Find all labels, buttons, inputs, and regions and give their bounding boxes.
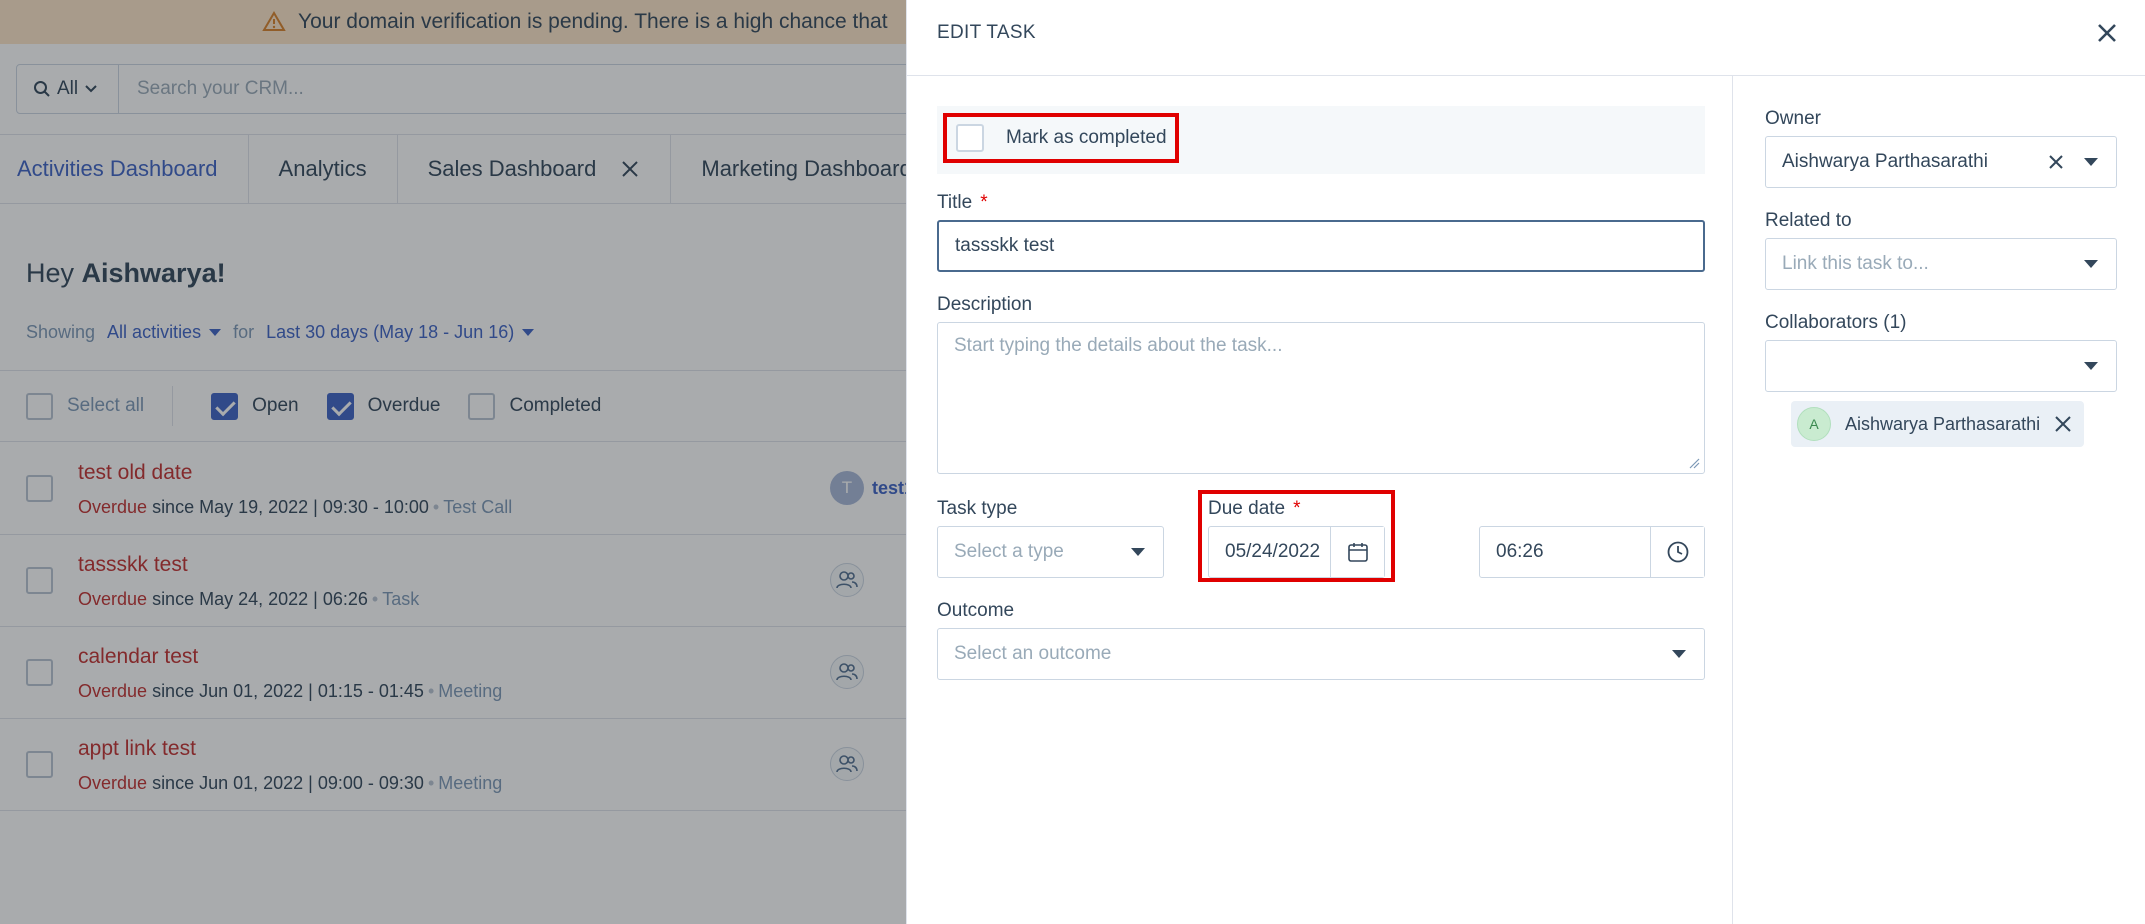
caret-down-icon: [1131, 548, 1145, 556]
owner-label: Owner: [1765, 108, 1821, 129]
clock-icon: [1667, 541, 1688, 563]
related-to-select[interactable]: Link this task to...: [1765, 238, 2117, 290]
task-type-select[interactable]: Select a type: [937, 526, 1164, 578]
outcome-select[interactable]: Select an outcome: [937, 628, 1705, 680]
mark-completed-checkbox[interactable]: [956, 124, 984, 152]
clear-owner-icon[interactable]: [2048, 154, 2064, 170]
due-time-value: 06:26: [1496, 541, 1544, 562]
modal-backdrop[interactable]: [0, 0, 906, 924]
edit-task-panel: EDIT TASK Mark as completed Title * tasss…: [906, 0, 2145, 924]
related-label: Related to: [1765, 210, 1852, 231]
panel-title: EDIT TASK: [937, 22, 1036, 43]
mark-completed-label: Mark as completed: [1006, 127, 1167, 148]
required-mark: *: [1293, 498, 1301, 519]
due-date-value: 05/24/2022: [1225, 541, 1321, 562]
close-icon[interactable]: [2094, 20, 2120, 46]
description-placeholder: Start typing the details about the task.…: [954, 335, 1283, 356]
owner-select[interactable]: Aishwarya Parthasarathi: [1765, 136, 2117, 188]
description-label: Description: [937, 294, 1033, 315]
task-sidebar: Owner Aishwarya Parthasarathi Related to…: [1733, 76, 2145, 924]
panel-header: EDIT TASK: [907, 0, 2145, 76]
calendar-icon: [1347, 543, 1368, 562]
collaborators-select[interactable]: [1765, 340, 2117, 392]
task-type-label: Task type: [937, 498, 1018, 519]
mark-completed-bar: Mark as completed: [937, 106, 1705, 174]
due-date-label: Due date *: [1208, 498, 1301, 520]
required-mark: *: [980, 192, 988, 213]
collaborator-name: Aishwarya Parthasarathi: [1845, 413, 2041, 434]
caret-down-icon: [1672, 650, 1686, 658]
caret-down-icon: [2084, 260, 2098, 268]
title-label: Title *: [937, 192, 988, 214]
remove-collaborator-icon[interactable]: [2054, 415, 2072, 433]
time-picker-button[interactable]: [1650, 527, 1704, 577]
resize-handle-icon[interactable]: [1688, 457, 1700, 469]
related-placeholder: Link this task to...: [1782, 253, 1929, 274]
title-input[interactable]: tassskk test: [937, 220, 1705, 272]
mark-completed-toggle[interactable]: Mark as completed: [943, 113, 1179, 163]
calendar-button[interactable]: [1330, 527, 1384, 577]
outcome-placeholder: Select an outcome: [954, 643, 1112, 664]
caret-down-icon: [2084, 362, 2098, 370]
due-date-input[interactable]: 05/24/2022: [1208, 526, 1385, 578]
task-form: Mark as completed Title * tassskk test De…: [907, 76, 1733, 924]
description-textarea[interactable]: Start typing the details about the task.…: [937, 322, 1705, 474]
owner-value: Aishwarya Parthasarathi: [1782, 151, 1988, 172]
title-value: tassskk test: [955, 235, 1055, 256]
due-date-label-text: Due date: [1208, 498, 1286, 519]
collaborator-chip: A Aishwarya Parthasarathi: [1791, 401, 2085, 447]
task-type-placeholder: Select a type: [954, 541, 1064, 562]
title-label-text: Title: [937, 192, 973, 213]
outcome-label: Outcome: [937, 600, 1015, 621]
avatar: A: [1797, 407, 1831, 441]
caret-down-icon: [2084, 158, 2098, 166]
due-time-input[interactable]: 06:26: [1479, 526, 1705, 578]
collaborators-label: Collaborators (1): [1765, 312, 1907, 333]
